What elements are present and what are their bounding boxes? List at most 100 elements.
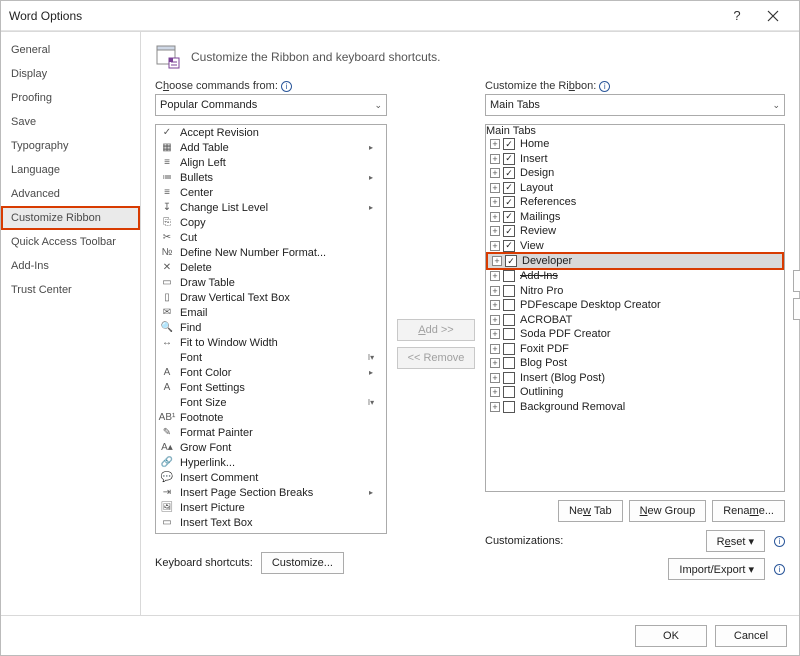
checkbox[interactable] [503, 372, 515, 384]
sidebar-item-proofing[interactable]: Proofing [1, 86, 140, 110]
expand-icon[interactable]: + [490, 226, 500, 236]
command-item[interactable]: ✓Accept Revision [156, 125, 386, 140]
expand-icon[interactable]: + [490, 183, 500, 193]
tab-item-developer[interactable]: +✓Developer [486, 252, 784, 270]
import-export-button[interactable]: Import/Export ▾ [668, 558, 765, 580]
command-item[interactable]: ⇥Insert Page Section Breaks▸ [156, 485, 386, 500]
help-button[interactable]: ? [719, 4, 755, 28]
expand-icon[interactable]: + [490, 315, 500, 325]
command-item[interactable]: ≡Center [156, 185, 386, 200]
tab-item-insert-blog-post-[interactable]: +Insert (Blog Post) [486, 371, 784, 386]
new-tab-button[interactable]: New Tab [558, 500, 623, 522]
new-group-button[interactable]: New Group [629, 500, 707, 522]
checkbox[interactable] [503, 401, 515, 413]
move-up-button[interactable]: ▲ [793, 270, 800, 292]
tab-item-nitro-pro[interactable]: +Nitro Pro [486, 284, 784, 299]
checkbox[interactable] [503, 343, 515, 355]
sidebar-item-quick-access-toolbar[interactable]: Quick Access Toolbar [1, 230, 140, 254]
rename-button[interactable]: Rename... [712, 500, 785, 522]
tab-item-mailings[interactable]: +✓Mailings [486, 210, 784, 225]
tab-item-add-ins[interactable]: +Add-Ins [486, 269, 784, 284]
tab-item-design[interactable]: +✓Design [486, 166, 784, 181]
checkbox[interactable] [503, 270, 515, 282]
sidebar-item-customize-ribbon[interactable]: Customize Ribbon [1, 206, 140, 230]
tab-item-home[interactable]: +✓Home [486, 137, 784, 152]
expand-icon[interactable]: + [490, 344, 500, 354]
command-item[interactable]: ≔Bullets▸ [156, 170, 386, 185]
command-item[interactable]: 💬Insert Comment [156, 470, 386, 485]
command-item[interactable]: Font SizeI▾ [156, 395, 386, 410]
command-item[interactable]: ▭Insert Text Box [156, 515, 386, 530]
sidebar-item-advanced[interactable]: Advanced [1, 182, 140, 206]
command-item[interactable]: ≡Align Left [156, 155, 386, 170]
add-button[interactable]: Add >> [397, 319, 475, 341]
reset-button[interactable]: Reset ▾ [706, 530, 765, 552]
tab-item-view[interactable]: +✓View [486, 239, 784, 254]
checkbox[interactable] [503, 285, 515, 297]
sidebar-item-save[interactable]: Save [1, 110, 140, 134]
commands-listbox[interactable]: ✓Accept Revision▦Add Table▸≡Align Left≔B… [155, 124, 387, 534]
command-item[interactable]: 🖼Insert Picture [156, 500, 386, 515]
checkbox[interactable]: ✓ [503, 196, 515, 208]
command-item[interactable]: ✎Format Painter [156, 425, 386, 440]
expand-icon[interactable]: + [490, 402, 500, 412]
command-item[interactable]: ✉Email [156, 305, 386, 320]
command-item[interactable]: AFont Settings [156, 380, 386, 395]
command-item[interactable]: ↔Fit to Window Width [156, 335, 386, 350]
checkbox[interactable] [503, 386, 515, 398]
expand-icon[interactable]: + [490, 373, 500, 383]
command-item[interactable]: ▦Add Table▸ [156, 140, 386, 155]
command-item[interactable]: ✂Cut [156, 230, 386, 245]
expand-icon[interactable]: + [490, 286, 500, 296]
expand-icon[interactable]: + [490, 154, 500, 164]
command-item[interactable]: ✕Delete [156, 260, 386, 275]
checkbox[interactable]: ✓ [503, 240, 515, 252]
cancel-button[interactable]: Cancel [715, 625, 787, 647]
tab-item-layout[interactable]: +✓Layout [486, 181, 784, 196]
command-item[interactable]: 🔗Hyperlink... [156, 455, 386, 470]
tab-item-foxit-pdf[interactable]: +Foxit PDF [486, 342, 784, 357]
checkbox[interactable]: ✓ [503, 138, 515, 150]
expand-icon[interactable]: + [490, 212, 500, 222]
info-icon[interactable]: i [599, 81, 610, 92]
info-icon[interactable]: i [281, 81, 292, 92]
expand-icon[interactable]: + [490, 329, 500, 339]
tab-item-acrobat[interactable]: +ACROBAT [486, 313, 784, 328]
checkbox[interactable] [503, 314, 515, 326]
checkbox[interactable]: ✓ [503, 225, 515, 237]
checkbox[interactable]: ✓ [503, 182, 515, 194]
info-icon[interactable]: i [774, 536, 785, 547]
command-item[interactable]: 🔍Find [156, 320, 386, 335]
expand-icon[interactable]: + [490, 139, 500, 149]
info-icon[interactable]: i [774, 564, 785, 575]
expand-icon[interactable]: + [490, 300, 500, 310]
sidebar-item-language[interactable]: Language [1, 158, 140, 182]
command-item[interactable]: A▴Grow Font [156, 440, 386, 455]
command-item[interactable]: AFont Color▸ [156, 365, 386, 380]
expand-icon[interactable]: + [490, 197, 500, 207]
tab-item-soda-pdf-creator[interactable]: +Soda PDF Creator [486, 327, 784, 342]
checkbox[interactable]: ✓ [503, 211, 515, 223]
choose-commands-combo[interactable]: Popular Commands ⌄ [155, 94, 387, 116]
tab-item-background-removal[interactable]: +Background Removal [486, 400, 784, 415]
command-item[interactable]: ⎘Copy [156, 215, 386, 230]
tab-item-pdfescape-desktop-creator[interactable]: +PDFescape Desktop Creator [486, 298, 784, 313]
expand-icon[interactable]: + [492, 256, 502, 266]
command-item[interactable]: ↧Change List Level▸ [156, 200, 386, 215]
checkbox[interactable] [503, 357, 515, 369]
tab-item-insert[interactable]: +✓Insert [486, 152, 784, 167]
customize-shortcuts-button[interactable]: Customize... [261, 552, 344, 574]
sidebar-item-trust-center[interactable]: Trust Center [1, 278, 140, 302]
tab-item-outlining[interactable]: +Outlining [486, 385, 784, 400]
expand-icon[interactable]: + [490, 271, 500, 281]
expand-icon[interactable]: + [490, 387, 500, 397]
expand-icon[interactable]: + [490, 358, 500, 368]
expand-icon[interactable]: + [490, 241, 500, 251]
checkbox[interactable] [503, 299, 515, 311]
move-down-button[interactable]: ▼ [793, 298, 800, 320]
ok-button[interactable]: OK [635, 625, 707, 647]
sidebar-item-typography[interactable]: Typography [1, 134, 140, 158]
tab-item-review[interactable]: +✓Review [486, 224, 784, 239]
sidebar-item-add-ins[interactable]: Add-Ins [1, 254, 140, 278]
remove-button[interactable]: << Remove [397, 347, 475, 369]
